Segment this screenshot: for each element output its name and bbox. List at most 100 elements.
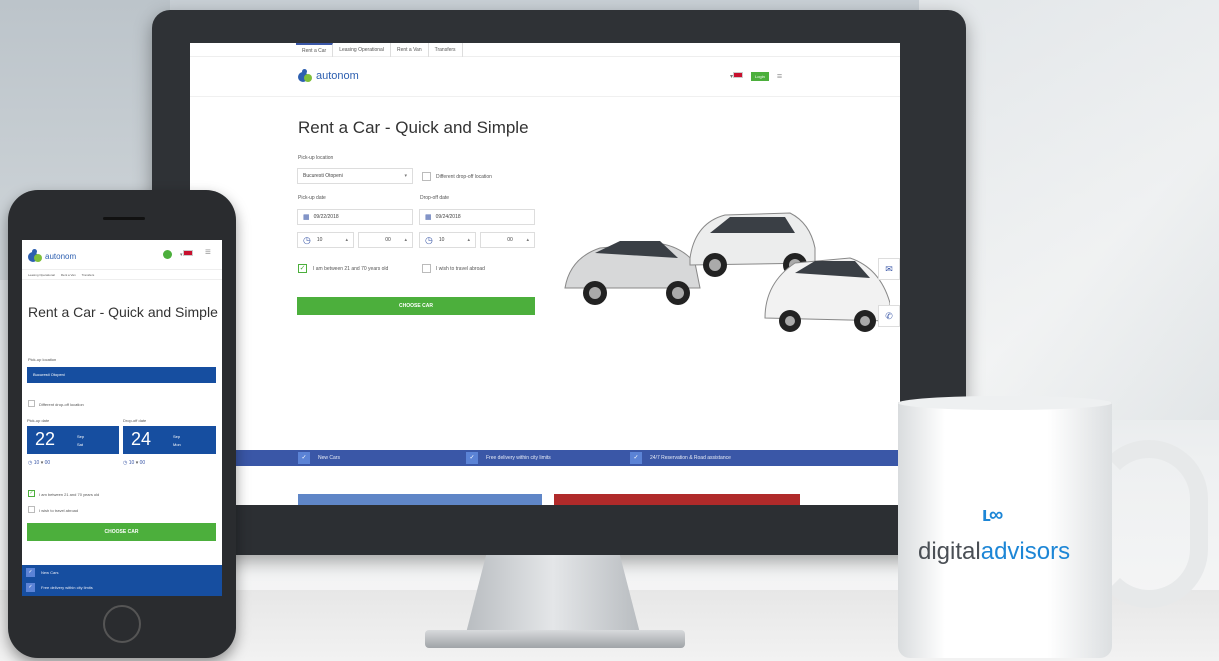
pickup-hour-value: 10 <box>316 237 323 243</box>
abroad-checkbox[interactable] <box>422 264 431 273</box>
menu-icon[interactable]: ≡ <box>777 71 782 81</box>
choose-car-button[interactable]: CHOOSE CAR <box>27 523 216 541</box>
feature-new-cars: ✓ New Cars <box>22 565 222 580</box>
pickup-date-input[interactable]: ▦ 09/22/2018 <box>297 209 413 225</box>
pickup-weekday: Sat <box>77 442 84 447</box>
monitor-stand-base <box>425 630 685 648</box>
language-chevron-icon[interactable]: ▾ <box>730 72 744 80</box>
dropoff-weekday: Mon <box>173 442 181 447</box>
pickup-time-select[interactable]: ◷ 10 ▾ 00 <box>28 460 50 466</box>
mobile-page-title: Rent a Car - Quick and Simple <box>28 304 218 320</box>
nav-transfers[interactable]: Transfers <box>82 273 95 277</box>
pickup-hour: 10 <box>33 460 40 466</box>
abroad-checkbox[interactable] <box>28 506 35 513</box>
different-dropoff-checkbox[interactable] <box>28 400 35 407</box>
pickup-day: 22 <box>35 429 56 449</box>
dropoff-hour-select[interactable]: ◷ 10 ▴ <box>419 232 476 248</box>
dropoff-date-input[interactable]: ▦ 09/24/2018 <box>419 209 535 225</box>
nav-rent-a-van[interactable]: Rent a Van <box>61 273 76 277</box>
dropoff-month: Sep <box>173 434 181 439</box>
clock-icon: ◷ <box>28 460 33 466</box>
pickup-location-value: Bucuresti Otopeni <box>303 173 343 179</box>
autonom-logo-icon <box>298 69 312 83</box>
check-icon: ✓ <box>26 568 35 577</box>
monitor-stand <box>465 555 641 637</box>
chevron-down-icon: ▴ <box>526 237 529 243</box>
pickup-minute-select[interactable]: 00 ▴ <box>358 232 413 248</box>
top-nav: Rent a Car Leasing Operational Rent a Va… <box>190 43 900 57</box>
different-dropoff-checkbox[interactable] <box>422 172 431 181</box>
phone-home-button <box>103 605 141 643</box>
phone-icon[interactable]: ✆ <box>878 305 900 327</box>
chevron-down-icon: ▴ <box>467 237 470 243</box>
age-label: I am between 21 and 70 years old <box>39 492 100 497</box>
mobile-logo[interactable]: autonom <box>28 249 76 263</box>
clock-icon: ◷ <box>123 460 128 466</box>
pickup-location-value: Bucuresti Otopeni <box>33 372 65 377</box>
mug-brand-text: digitaladvisors <box>918 538 1070 566</box>
feature-label: Free delivery within city limits <box>41 585 93 590</box>
pickup-minute-value: 00 <box>385 237 391 243</box>
nav-leasing[interactable]: Leasing Operational <box>333 43 391 57</box>
language-chevron-icon[interactable]: ▾ <box>180 250 193 258</box>
dropoff-time-select[interactable]: ◷ 10 ▾ 00 <box>123 460 145 466</box>
age-checkbox[interactable]: ✓ <box>298 264 307 273</box>
check-icon: ✓ <box>298 452 310 464</box>
cars-image <box>564 212 890 332</box>
login-button[interactable]: Login <box>751 71 769 81</box>
dropoff-minute: 00 <box>139 460 146 466</box>
pickup-location-label: Pick-up location <box>28 357 57 362</box>
site-logo[interactable]: autonom <box>298 69 359 83</box>
nav-transfers[interactable]: Transfers <box>429 43 463 57</box>
choose-car-button[interactable]: CHOOSE CAR <box>297 297 535 315</box>
different-dropoff-label: Different drop-off location <box>39 402 84 407</box>
features-bar: ✓ New Cars ✓ Free delivery within city l… <box>22 565 222 596</box>
dropoff-minute-select[interactable]: 00 ▴ <box>480 232 535 248</box>
check-icon: ✓ <box>630 452 642 464</box>
clock-icon: ◷ <box>425 234 433 245</box>
age-checkbox[interactable]: ✓ <box>28 490 35 497</box>
nav-leasing[interactable]: Leasing Operational <box>28 273 55 277</box>
pickup-hour-select[interactable]: ◷ 10 ▴ <box>297 232 354 248</box>
feature-assistance: ✓ 24/7 Reservation & Road assistance <box>626 450 900 466</box>
feature-label: Free delivery within city limits <box>486 455 551 461</box>
mobile-screen: autonom ▾ ≡ Leasing Operational Rent a V… <box>22 240 222 596</box>
nav-rent-a-van[interactable]: Rent a Van <box>391 43 429 57</box>
feature-free-delivery: ✓ Free delivery within city limits <box>462 450 626 466</box>
pickup-date-picker[interactable]: 22 Sep Sat <box>27 426 119 454</box>
dropoff-hour: 10 <box>128 460 135 466</box>
chevron-down-icon: ▴ <box>404 237 407 243</box>
phone-speaker <box>103 217 145 220</box>
email-icon[interactable]: ✉ <box>878 258 900 280</box>
abroad-label: I wish to travel abroad <box>436 266 485 272</box>
age-label: I am between 21 and 70 years old <box>313 266 389 272</box>
car-sedan <box>564 241 701 305</box>
page-title: Rent a Car - Quick and Simple <box>298 118 529 137</box>
dropoff-date-label: Drop-off date <box>420 195 450 201</box>
pickup-location-select[interactable]: Bucuresti Otopeni <box>27 367 216 383</box>
pickup-location-select[interactable]: Bucuresti Otopeni ▾ <box>297 168 413 184</box>
chevron-down-icon: ▴ <box>345 237 348 243</box>
site-header: autonom ▾ Login ≡ <box>190 57 900 97</box>
pickup-date-label: Pick-up date <box>298 195 326 201</box>
check-icon: ✓ <box>26 583 35 592</box>
dropoff-date-picker[interactable]: 24 Sep Mon <box>123 426 216 454</box>
menu-icon[interactable]: ≡ <box>205 247 211 258</box>
nav-rent-a-car[interactable]: Rent a Car <box>296 43 334 57</box>
uk-flag-icon <box>182 250 193 256</box>
mobile-header: autonom ▾ ≡ <box>22 240 222 270</box>
abroad-label: I wish to travel abroad <box>39 508 79 513</box>
infinity-logo-icon: ʟ∞ <box>982 504 1003 526</box>
mug <box>898 402 1112 658</box>
dropoff-hour-value: 10 <box>438 237 445 243</box>
logo-text: autonom <box>316 70 359 82</box>
promo-image-2 <box>554 494 800 505</box>
calendar-icon: ▦ <box>425 214 432 221</box>
features-bar: ✓ New Cars ✓ Free delivery within city l… <box>190 450 900 466</box>
brand-part-digital: digital <box>918 538 981 565</box>
uk-flag-icon <box>733 72 744 78</box>
user-icon[interactable] <box>163 250 172 259</box>
feature-free-delivery: ✓ Free delivery within city limits <box>22 580 222 595</box>
desktop-screen: Rent a Car Leasing Operational Rent a Va… <box>190 43 900 505</box>
monitor-chin <box>152 505 966 555</box>
